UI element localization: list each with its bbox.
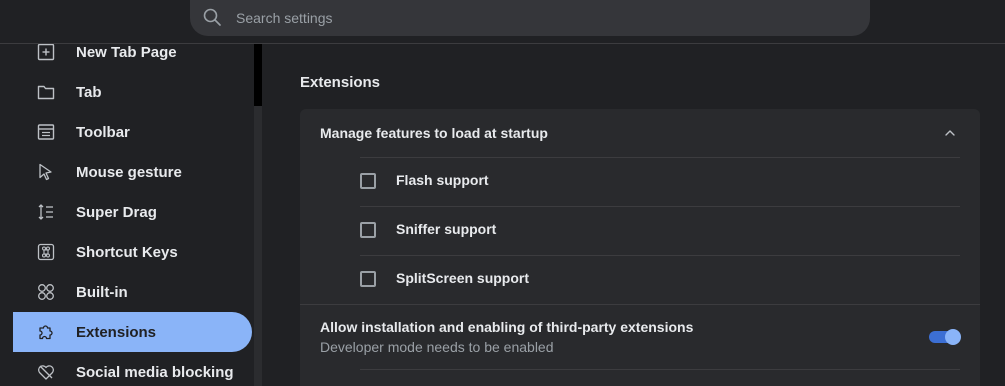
third-party-extensions-subtitle: Developer mode needs to be enabled — [320, 339, 554, 355]
sniffer-support-checkbox[interactable] — [360, 222, 376, 238]
command-key-icon — [37, 243, 55, 261]
sidebar-item-label: Mouse gesture — [76, 163, 182, 181]
option-label: Sniffer support — [396, 221, 497, 237]
startup-features-header[interactable]: Manage features to load at startup — [300, 109, 980, 157]
divider — [300, 304, 980, 305]
sidebar-item-toolbar[interactable]: Toolbar — [13, 112, 252, 152]
divider — [360, 369, 960, 370]
top-bar — [0, 0, 1005, 44]
section-title: Extensions — [300, 74, 381, 91]
search-icon — [203, 8, 221, 26]
third-party-extensions-title: Allow installation and enabling of third… — [320, 319, 694, 335]
splitscreen-support-checkbox[interactable] — [360, 271, 376, 287]
sidebar-item-label: Shortcut Keys — [76, 243, 178, 261]
toggle-knob — [945, 329, 961, 345]
sidebar-item-label: Social media blocking — [76, 363, 234, 381]
startup-features-title: Manage features to load at startup — [320, 125, 548, 141]
sidebar-item-label: New Tab Page — [76, 44, 177, 61]
sidebar-item-social-media-blocking[interactable]: Social media blocking — [13, 352, 252, 386]
sidebar-item-new-tab-page[interactable]: New Tab Page — [13, 44, 252, 72]
search-bar[interactable] — [190, 0, 870, 36]
option-splitscreen-support[interactable]: SplitScreen support — [360, 255, 960, 303]
sidebar-item-label: Extensions — [76, 323, 157, 341]
extensions-card: Manage features to load at startup Flash… — [300, 109, 980, 386]
option-label: SplitScreen support — [396, 270, 530, 286]
chevron-up-icon[interactable] — [944, 127, 956, 139]
option-sniffer-support[interactable]: Sniffer support — [360, 206, 960, 254]
option-flash-support[interactable]: Flash support — [360, 157, 960, 205]
sidebar-item-extensions[interactable]: Extensions — [13, 312, 252, 352]
cursor-icon — [39, 163, 52, 181]
sidebar-item-label: Built-in — [76, 283, 128, 301]
option-label: Flash support — [396, 172, 489, 188]
built-in-icon — [38, 284, 54, 300]
tab-folder-icon — [37, 85, 55, 100]
puzzle-icon — [39, 325, 53, 340]
sidebar-item-tab[interactable]: Tab — [13, 72, 252, 112]
sidebar-item-label: Super Drag — [76, 203, 157, 221]
toolbar-icon — [37, 124, 55, 140]
super-drag-icon — [38, 204, 53, 220]
sidebar-item-label: Toolbar — [76, 123, 130, 141]
new-tab-icon — [37, 44, 55, 61]
third-party-extensions-toggle[interactable] — [929, 329, 961, 345]
heart-slash-icon — [38, 365, 54, 380]
sidebar-item-mouse-gesture[interactable]: Mouse gesture — [13, 152, 252, 192]
sidebar-item-super-drag[interactable]: Super Drag — [13, 192, 252, 232]
flash-support-checkbox[interactable] — [360, 173, 376, 189]
sidebar-item-label: Tab — [76, 83, 102, 101]
search-input[interactable] — [236, 0, 836, 36]
sidebar-item-built-in[interactable]: Built-in — [13, 272, 252, 312]
sidebar-item-shortcut-keys[interactable]: Shortcut Keys — [13, 232, 252, 272]
sidebar: New Tab Page Tab Toolbar Mouse gesture S… — [0, 44, 262, 386]
sidebar-scrollbar-thumb[interactable] — [254, 44, 262, 106]
